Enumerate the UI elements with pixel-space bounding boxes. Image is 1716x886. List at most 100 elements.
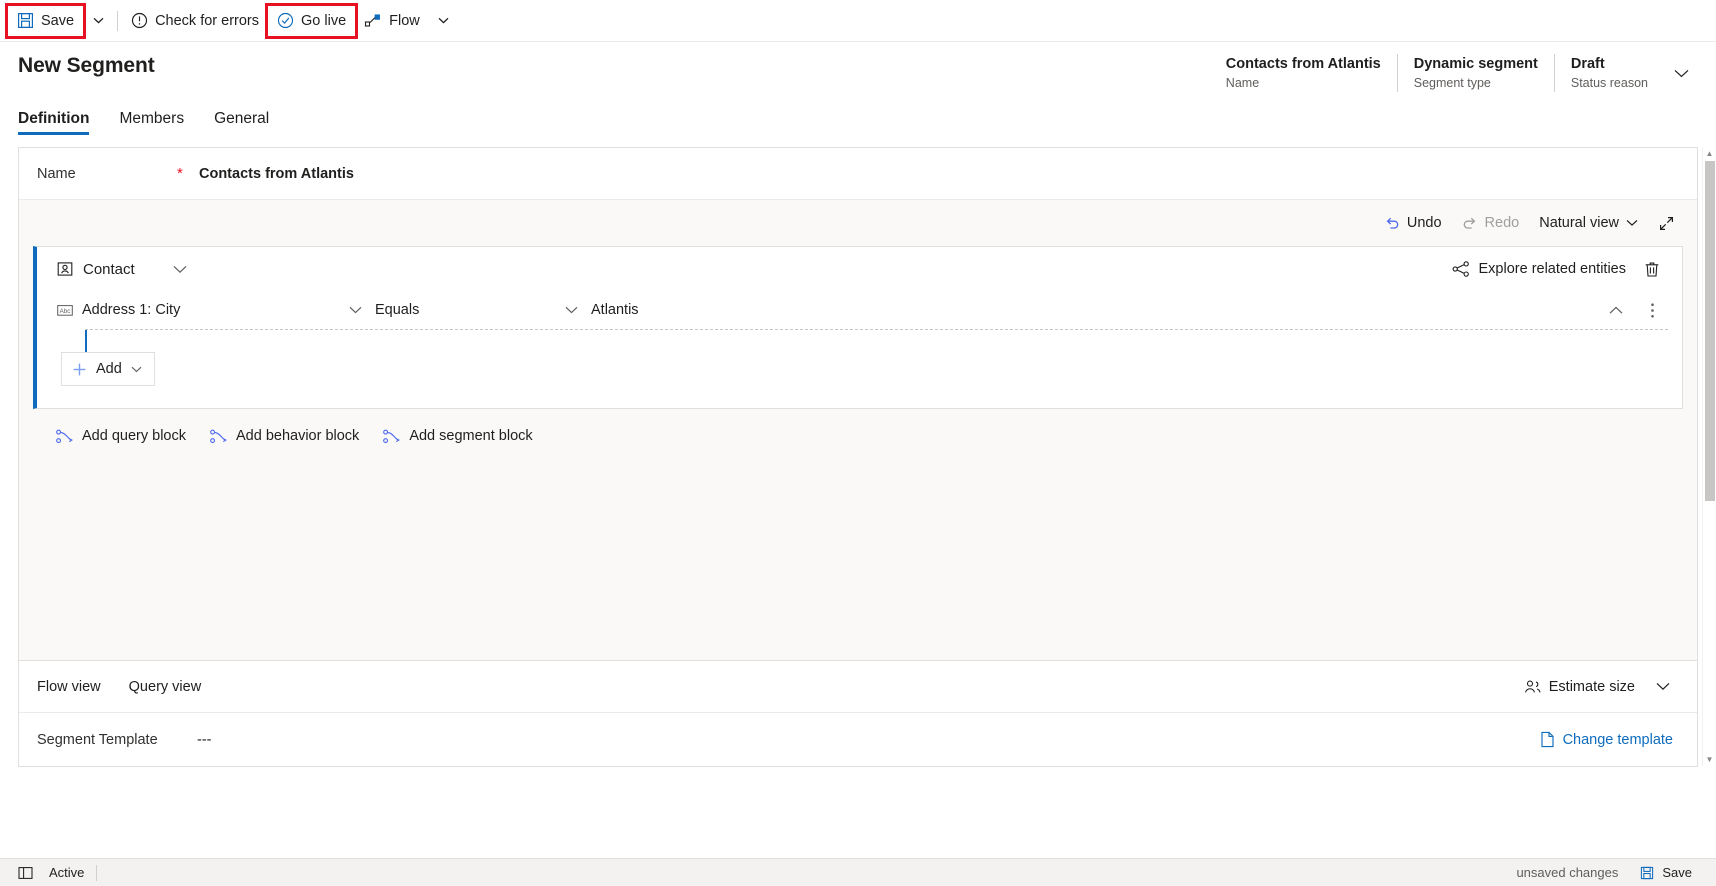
query-block: Contact Explore related entities Abc Add… — [33, 246, 1683, 409]
scrollbar-track[interactable] — [1703, 161, 1716, 753]
header-meta-status-reason: Draft Status reason — [1553, 54, 1664, 92]
flow-button[interactable]: Flow — [355, 6, 429, 36]
condition-operator[interactable]: Equals — [375, 302, 551, 318]
check-circle-icon — [277, 12, 294, 29]
add-condition-button[interactable]: Add — [61, 352, 155, 386]
save-icon — [1640, 866, 1654, 880]
condition-row: Abc Address 1: City Equals Atlantis — [37, 291, 1682, 329]
name-field-label: Name — [37, 165, 76, 182]
add-query-block-button[interactable]: Add query block — [47, 421, 195, 451]
chevron-down-icon — [1674, 69, 1689, 78]
status-bar-layout-button[interactable] — [10, 866, 41, 880]
add-segment-block-button[interactable]: Add segment block — [374, 421, 541, 451]
tab-definition[interactable]: Definition — [18, 110, 90, 135]
condition-attribute-caret[interactable] — [335, 306, 375, 314]
save-dropdown-caret[interactable] — [83, 6, 113, 36]
view-mode-selector[interactable]: Natural view — [1531, 208, 1646, 238]
condition-value[interactable]: Atlantis — [591, 302, 639, 318]
view-mode-label: Natural view — [1539, 215, 1619, 231]
designer-canvas: Undo Redo Natural view Contact Explore r… — [19, 200, 1697, 660]
more-vertical-icon — [1650, 302, 1655, 319]
command-bar: Save Check for errors Go live Flow — [0, 0, 1716, 42]
header-meta-segment-type-value: Dynamic segment — [1413, 55, 1538, 72]
redo-button[interactable]: Redo — [1454, 208, 1528, 238]
tab-general[interactable]: General — [214, 110, 269, 135]
check-for-errors-label: Check for errors — [155, 12, 260, 29]
plus-icon — [72, 362, 87, 377]
view-bar-collapse-button[interactable] — [1647, 672, 1679, 702]
add-query-block-label: Add query block — [82, 428, 186, 444]
people-icon — [1523, 679, 1542, 695]
go-live-label: Go live — [301, 12, 347, 29]
condition-collapse-button[interactable] — [1600, 295, 1632, 325]
header-meta-name-value: Contacts from Atlantis — [1225, 55, 1381, 72]
chevron-down-icon — [131, 366, 142, 373]
explore-related-entities-button[interactable]: Explore related entities — [1444, 254, 1635, 284]
chevron-up-icon — [1609, 306, 1623, 315]
segment-template-row: Segment Template --- Change template — [19, 712, 1697, 766]
status-bar-save-label: Save — [1662, 865, 1692, 880]
tab-members[interactable]: Members — [119, 110, 184, 135]
view-bar-actions: Estimate size — [1515, 672, 1679, 702]
redo-icon — [1462, 215, 1478, 231]
add-behavior-block-label: Add behavior block — [235, 428, 360, 444]
redo-label: Redo — [1484, 215, 1520, 231]
share-nodes-icon — [1452, 261, 1470, 277]
tab-query-view[interactable]: Query view — [129, 679, 202, 695]
save-button-label: Save — [41, 12, 75, 29]
header-expand-button[interactable] — [1664, 54, 1698, 92]
chevron-down-icon — [1656, 682, 1670, 691]
abc-text-icon: Abc — [57, 304, 73, 317]
add-condition-label: Add — [96, 361, 122, 377]
undo-label: Undo — [1406, 215, 1442, 231]
canvas-toolbar: Undo Redo Natural view — [19, 200, 1697, 246]
query-block-icon — [56, 429, 73, 444]
undo-button[interactable]: Undo — [1376, 208, 1450, 238]
condition-more-button[interactable] — [1636, 295, 1668, 325]
add-block-links: Add query block Add behavior block Add s… — [33, 409, 1683, 451]
delete-query-block-button[interactable] — [1636, 254, 1668, 284]
tab-strip: Definition Members General — [0, 99, 1716, 135]
unsaved-changes-text: unsaved changes — [1516, 865, 1619, 880]
status-bar-separator — [96, 864, 98, 881]
tab-flow-view[interactable]: Flow view — [37, 679, 101, 695]
header-meta-name-label: Name — [1225, 75, 1260, 90]
entity-selector[interactable]: Contact — [57, 261, 135, 278]
header-meta-segment-type-label: Segment type — [1413, 75, 1491, 90]
command-separator-1 — [117, 10, 119, 31]
contact-icon — [57, 261, 73, 277]
undo-icon — [1384, 215, 1400, 231]
query-block-actions: Explore related entities — [1444, 254, 1669, 284]
flow-dropdown-caret[interactable] — [429, 6, 459, 36]
query-block-area: Contact Explore related entities Abc Add… — [19, 246, 1697, 451]
name-field-value[interactable]: Contacts from Atlantis — [199, 166, 354, 182]
page-title: New Segment — [18, 54, 155, 77]
add-behavior-block-button[interactable]: Add behavior block — [201, 421, 368, 451]
segment-template-actions: Change template — [1534, 725, 1679, 755]
segment-template-label: Segment Template — [37, 731, 158, 748]
main-card-wrapper: Name * Contacts from Atlantis Undo Redo … — [0, 135, 1716, 858]
go-live-button[interactable]: Go live — [265, 2, 359, 39]
header-meta-segment-type: Dynamic segment Segment type — [1396, 54, 1554, 92]
expand-canvas-button[interactable] — [1650, 208, 1683, 238]
scroll-down-arrow[interactable]: ▼ — [1706, 753, 1714, 767]
document-icon — [1540, 731, 1555, 748]
condition-operator-caret[interactable] — [551, 306, 591, 314]
entity-label: Contact — [83, 260, 135, 278]
condition-attribute-selector[interactable]: Abc Address 1: City — [57, 302, 335, 318]
vertical-scrollbar[interactable]: ▲ ▼ — [1702, 147, 1716, 767]
scroll-up-arrow[interactable]: ▲ — [1706, 147, 1714, 161]
status-bar: Active unsaved changes Save — [0, 858, 1716, 886]
segment-template-value: --- — [197, 731, 212, 748]
query-block-header: Contact Explore related entities — [37, 247, 1682, 291]
header-meta-status-reason-label: Status reason — [1570, 75, 1648, 90]
check-for-errors-button[interactable]: Check for errors — [122, 6, 268, 36]
status-bar-state: Active — [49, 865, 85, 880]
scrollbar-thumb[interactable] — [1704, 161, 1715, 501]
change-template-button[interactable]: Change template — [1534, 725, 1679, 755]
query-block-collapse-button[interactable] — [163, 265, 197, 274]
condition-actions — [1600, 295, 1668, 325]
status-bar-save-button[interactable]: Save — [1632, 865, 1700, 880]
save-button[interactable]: Save — [4, 2, 87, 39]
estimate-size-button[interactable]: Estimate size — [1515, 672, 1643, 702]
